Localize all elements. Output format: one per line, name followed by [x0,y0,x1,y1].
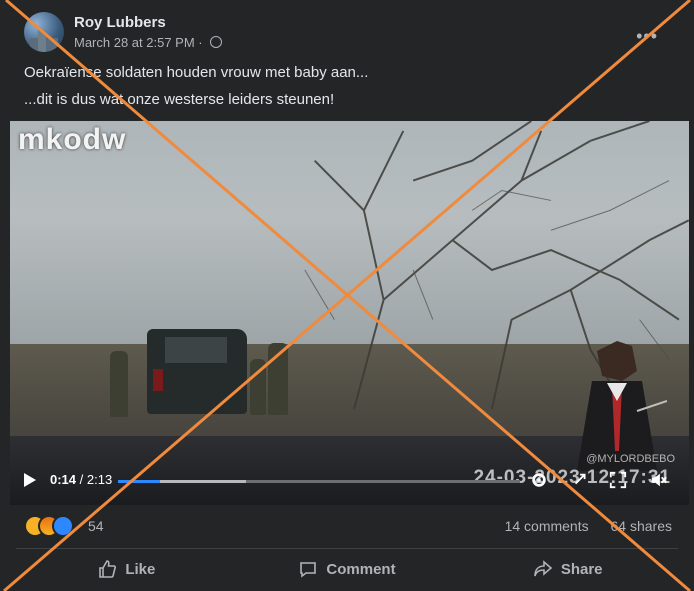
post-stats: 14 comments 64 shares [487,518,672,534]
care-emoji-icon [52,515,74,537]
video-watermark: mkodw [18,123,127,156]
post-text-line-2: ...dit is dus wat onze westerse leiders … [24,91,335,108]
comments-count[interactable]: 14 comments [505,518,589,534]
video-vehicle [147,329,247,414]
fullscreen-icon[interactable] [609,471,627,489]
post-text-line-1: Oekraïense soldaten houden vrouw met bab… [24,64,369,81]
post-timestamp[interactable]: March 28 at 2:57 PM [74,35,195,50]
video-soldier-3 [250,359,266,415]
video-time: 0:14 / 2:13 [50,472,112,487]
like-button[interactable]: Like [16,553,237,585]
comment-button[interactable]: Comment [237,553,458,585]
meta-separator: · [198,35,203,50]
divider [16,548,678,549]
author-name[interactable]: Roy Lubbers [74,14,166,31]
comment-label: Comment [326,560,396,578]
video-soldier-2 [268,343,288,415]
comment-icon [300,562,317,578]
video-controls: 0:14 / 2:13 [10,461,689,505]
video-progress-track[interactable] [118,480,520,483]
video-duration: / 2:13 [79,472,113,487]
video-soldier-1 [110,351,128,417]
share-label: Share [560,560,603,578]
post-card: Roy Lubbers March 28 at 2:57 PM · ••• Oe… [0,0,694,591]
video-player[interactable]: mkodw @MYLORDBEBO 24-03-2023 12:17:31 0:… [10,121,689,505]
expand-icon[interactable] [572,471,590,489]
post-meta: March 28 at 2:57 PM · [74,35,223,50]
dog-sticker [577,341,667,471]
video-current-time: 0:14 [50,472,77,487]
video-progress-bar [118,480,161,483]
play-icon[interactable] [24,473,36,487]
avatar[interactable] [24,12,64,52]
share-button[interactable]: Share [457,553,678,585]
like-label: Like [125,560,156,578]
settings-gear-icon[interactable] [530,471,548,489]
thumbs-up-icon [99,560,117,578]
shares-count[interactable]: 64 shares [611,518,672,534]
more-options-icon[interactable]: ••• [636,26,658,47]
share-arrow-icon [534,560,553,577]
globe-icon [210,36,223,48]
post-header: Roy Lubbers March 28 at 2:57 PM · ••• [24,12,674,54]
post-actions: Like Comment Share [16,553,678,585]
mute-icon[interactable] [650,471,668,489]
reaction-count: 54 [88,518,104,534]
